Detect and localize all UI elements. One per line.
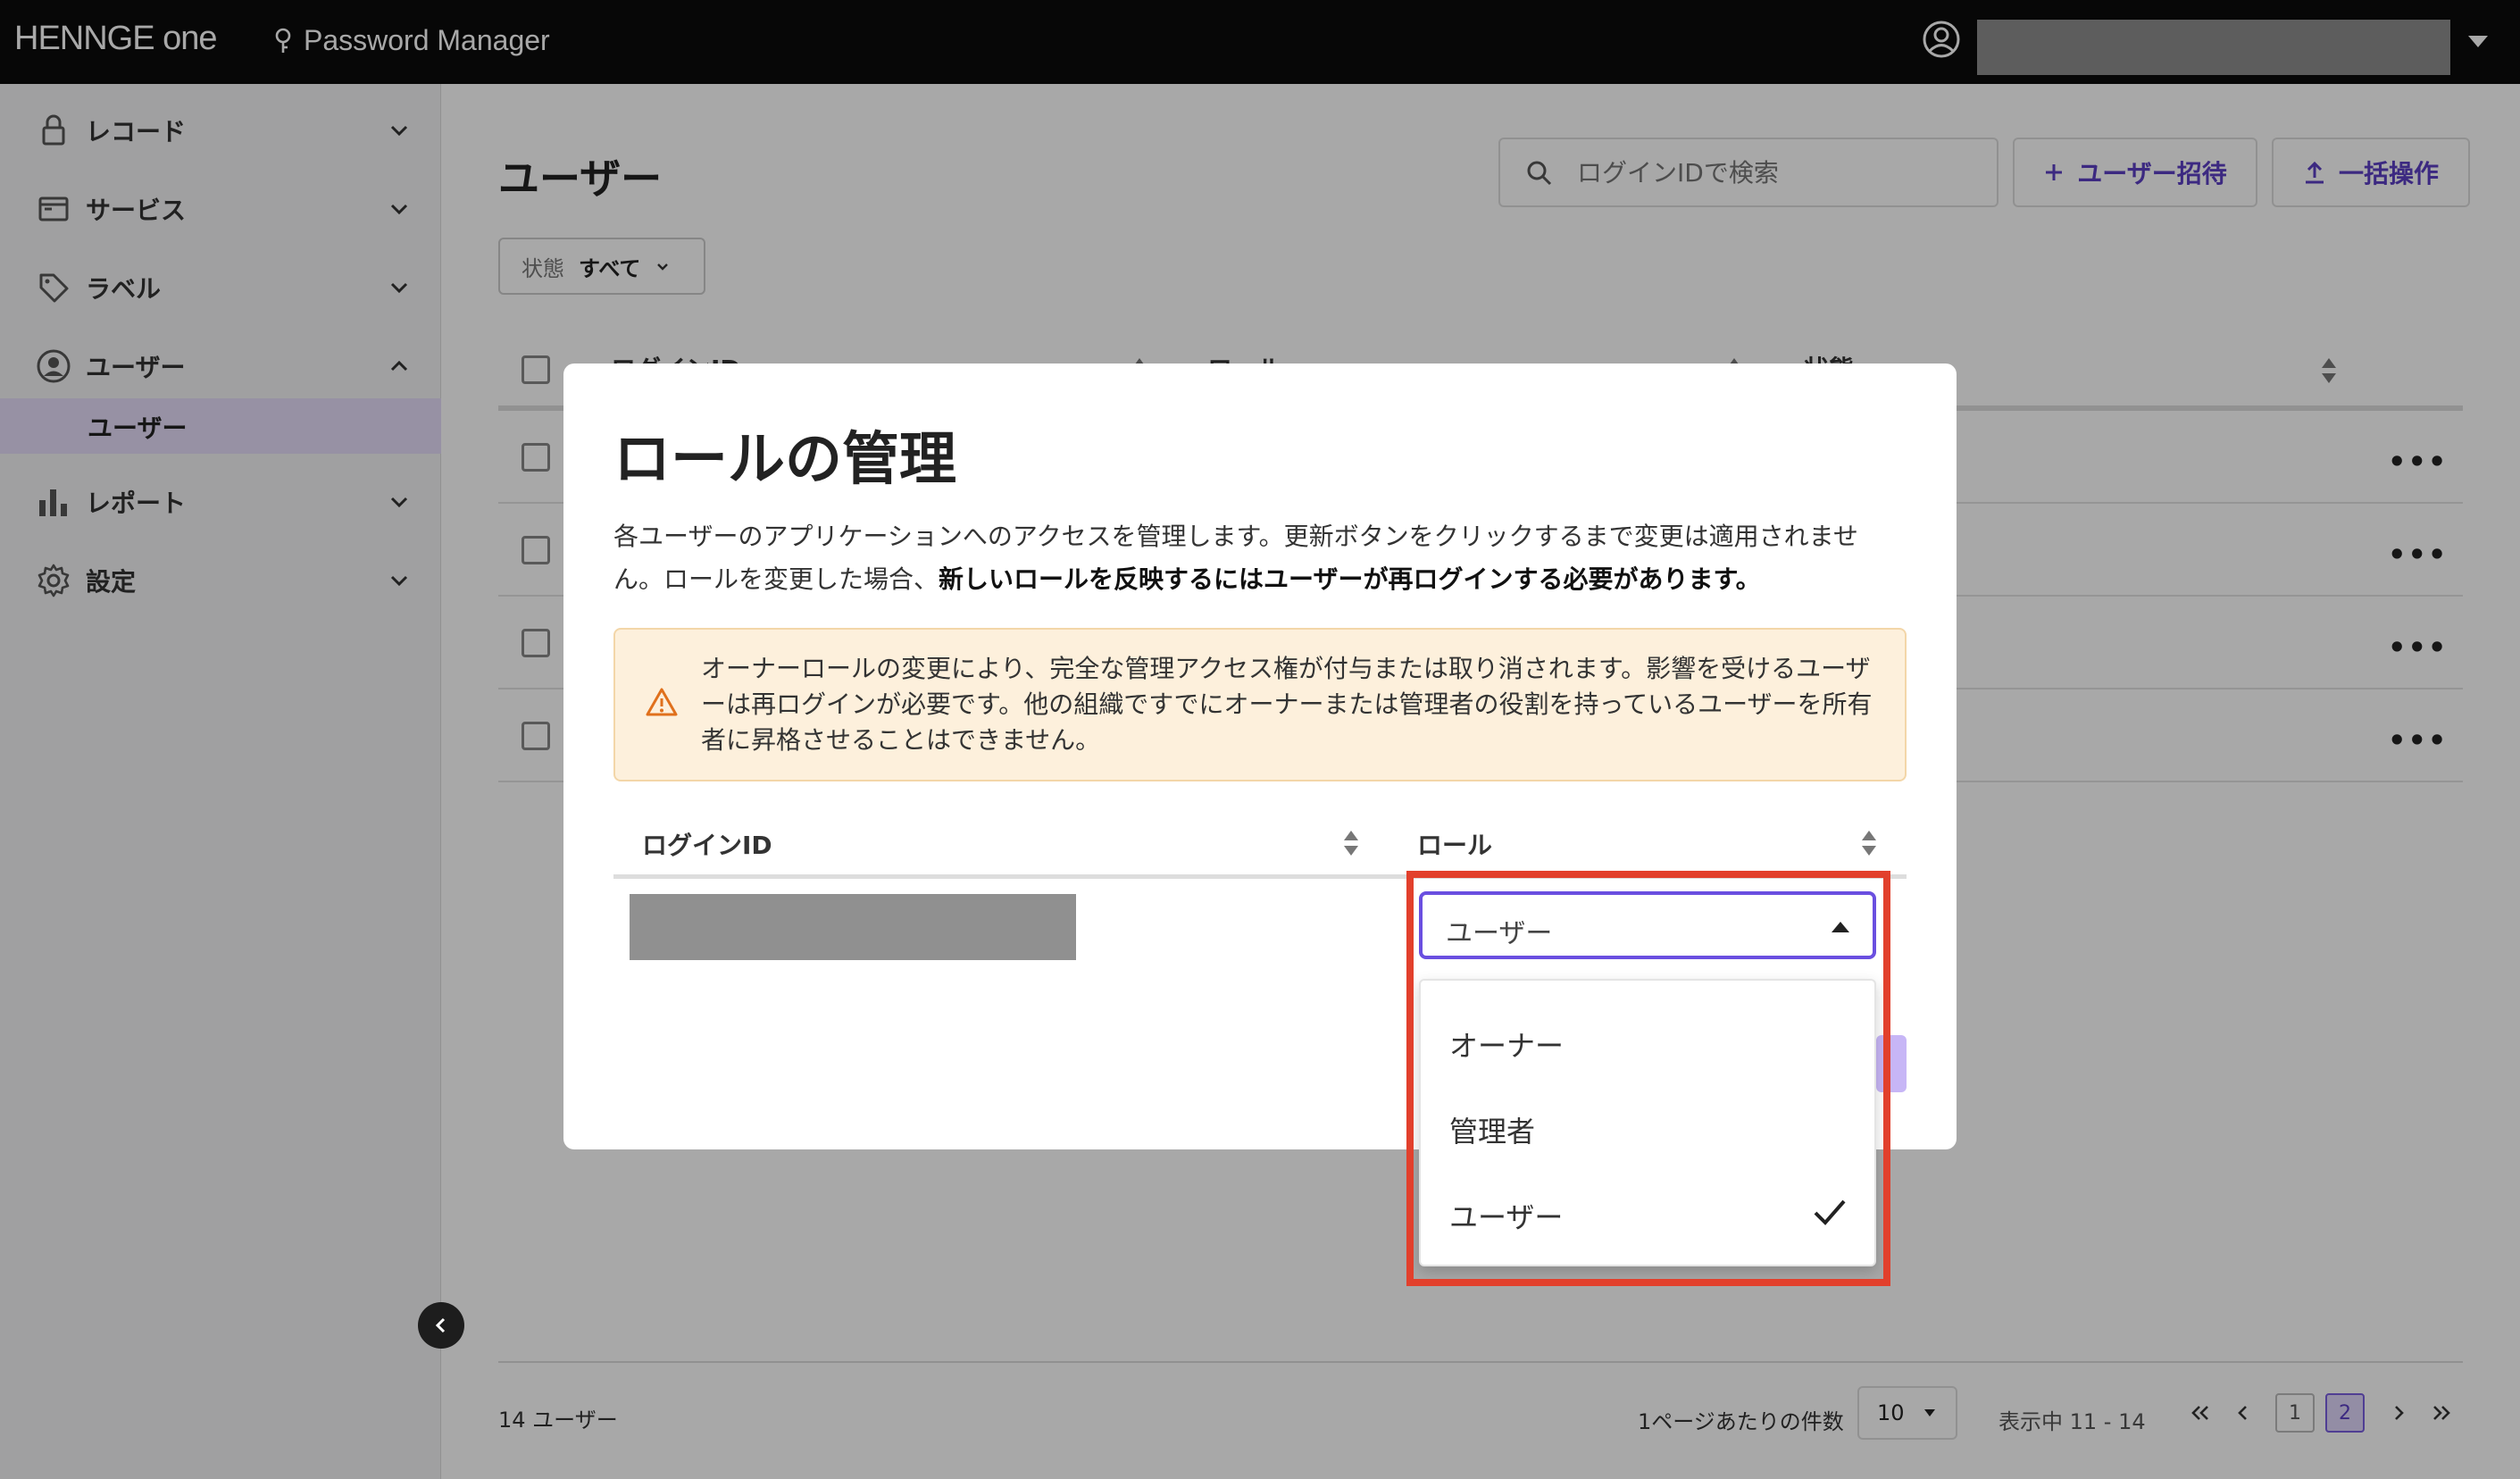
collapse-sidebar-button[interactable] xyxy=(418,1302,464,1349)
chevron-left-icon xyxy=(435,1317,446,1333)
dialog-title: ロールの管理 xyxy=(613,427,956,493)
annotation-highlight-box xyxy=(1406,871,1890,1286)
warning-text: オーナーロールの変更により、完全な管理アクセス権が付与または取り消されます。影響… xyxy=(701,654,1873,755)
sort-icon[interactable] xyxy=(1342,828,1360,858)
login-id-redacted xyxy=(630,894,1076,960)
sort-icon[interactable] xyxy=(1860,828,1878,858)
dialog-column-role[interactable]: ロール xyxy=(1417,826,1492,862)
warning-callout: オーナーロールの変更により、完全な管理アクセス権が付与または取り消されます。影響… xyxy=(613,628,1907,781)
dialog-column-login-id[interactable]: ログインID xyxy=(642,826,772,862)
warning-icon xyxy=(646,688,678,716)
dialog-description: 各ユーザーのアプリケーションへのアクセスを管理します。更新ボタンをクリックするま… xyxy=(613,515,1899,601)
dialog-description-emphasis: 新しいロールを反映するにはユーザーが再ログインする必要があります。 xyxy=(939,564,1761,594)
